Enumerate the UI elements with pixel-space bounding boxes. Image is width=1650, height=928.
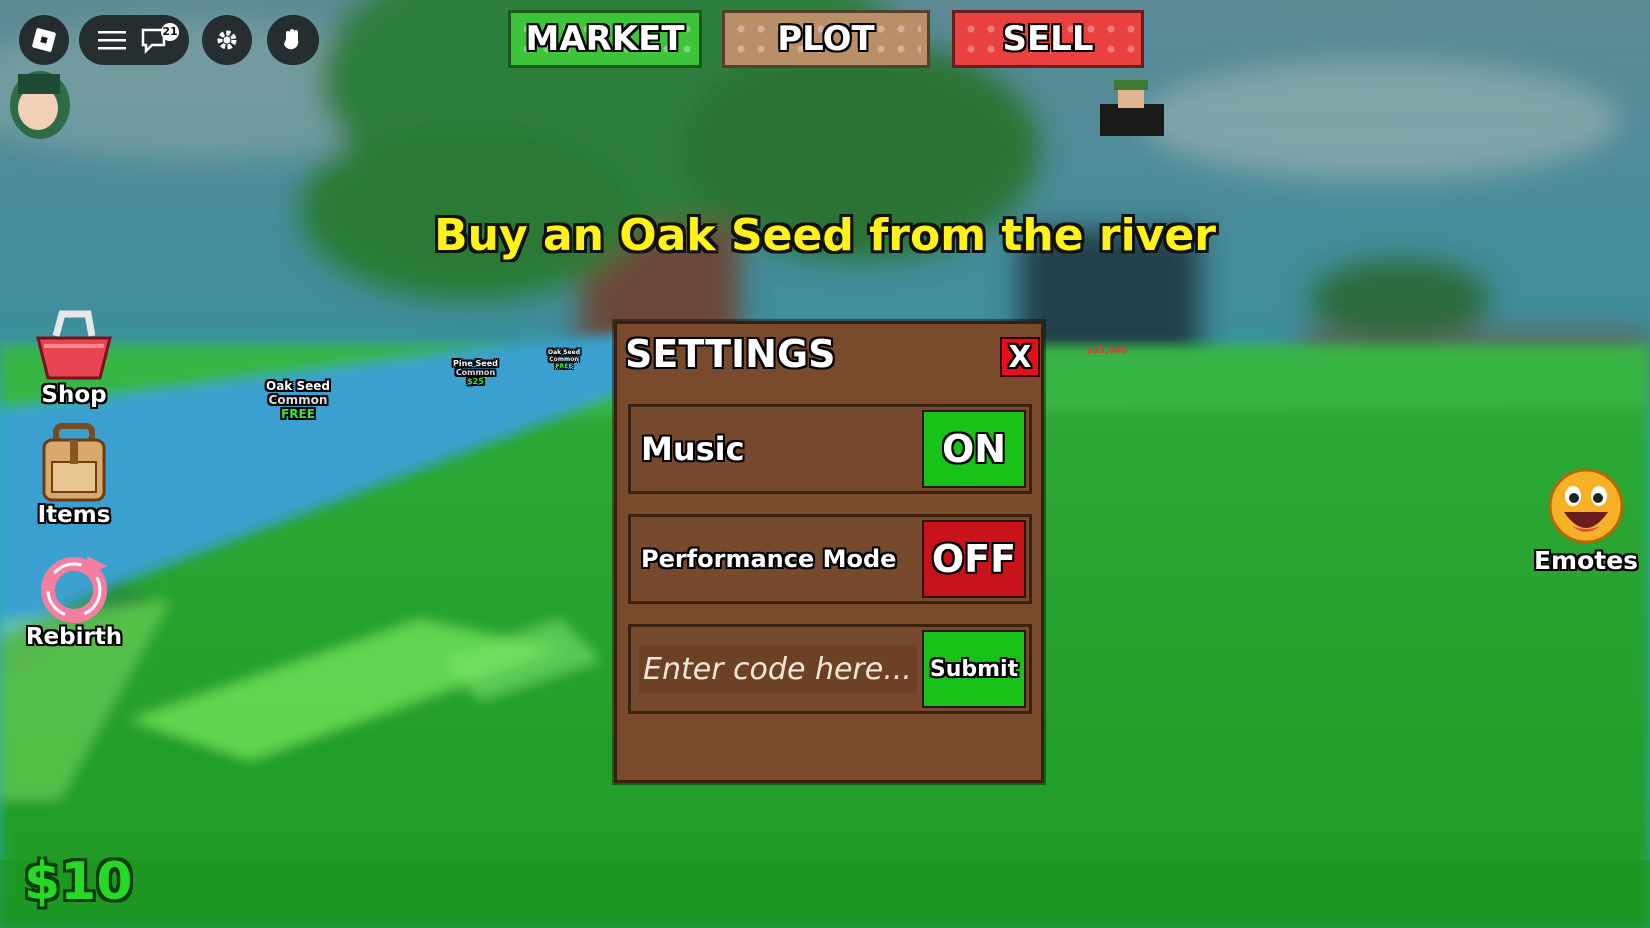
chat-notification-badge: 21 [161,23,179,41]
rebirth-label: Rebirth [25,624,123,650]
emote-hand-icon [284,29,299,50]
performance-setting-row: Performance Mode OFF [628,514,1032,604]
player-avatar [10,71,70,139]
emotes-button[interactable]: Emotes [1530,466,1642,575]
world-seed-tag: Oak Seed Common FREE [548,349,580,370]
money-counter: $10 [24,852,133,912]
code-input[interactable] [639,645,917,693]
backpack-icon [42,423,106,502]
avatar-capture-button[interactable] [267,15,319,65]
world-seed-tag: Pine Seed Common $25 [453,359,498,387]
music-label: Music [641,430,745,468]
rebirth-cycle-icon [41,556,107,623]
plot-button[interactable]: PLOT [722,10,930,68]
performance-mode-label: Performance Mode [641,545,897,573]
player-money-tag: $35,640 [1086,346,1127,356]
close-button[interactable]: X [1000,337,1040,377]
settings-panel: SETTINGS X Music ON Performance Mode OFF… [614,321,1044,783]
sell-label: SELL [1002,19,1094,59]
music-toggle[interactable]: ON [922,410,1026,488]
settings-title: SETTINGS [625,332,836,376]
quest-objective-text: Buy an Oak Seed from the river [434,210,1216,261]
sell-button[interactable]: SELL [952,10,1144,68]
roblox-logo-icon [32,28,56,52]
gear-icon [217,30,237,50]
submit-code-button[interactable]: Submit [922,630,1026,708]
hamburger-menu-icon[interactable] [98,29,126,51]
settings-gear-button[interactable] [202,15,252,65]
plot-label: PLOT [777,19,875,59]
emotes-label: Emotes [1533,546,1639,575]
smiley-emote-icon [1548,468,1624,544]
items-label: Items [37,502,111,528]
code-redeem-row: Submit [628,624,1032,714]
menu-chat-group: 21 [79,15,189,65]
roblox-menu-button[interactable] [19,15,69,65]
shop-label: Shop [41,382,107,408]
shop-button[interactable]: Shop [22,308,126,408]
shop-basket-icon [36,310,112,380]
market-label: MARKET [525,19,685,59]
rebirth-button[interactable]: Rebirth [22,552,126,650]
market-button[interactable]: MARKET [508,10,702,68]
music-setting-row: Music ON [628,404,1032,494]
performance-mode-toggle[interactable]: OFF [922,520,1026,598]
world-seed-tag: Oak Seed Common FREE [266,379,330,421]
items-button[interactable]: Items [22,422,126,528]
